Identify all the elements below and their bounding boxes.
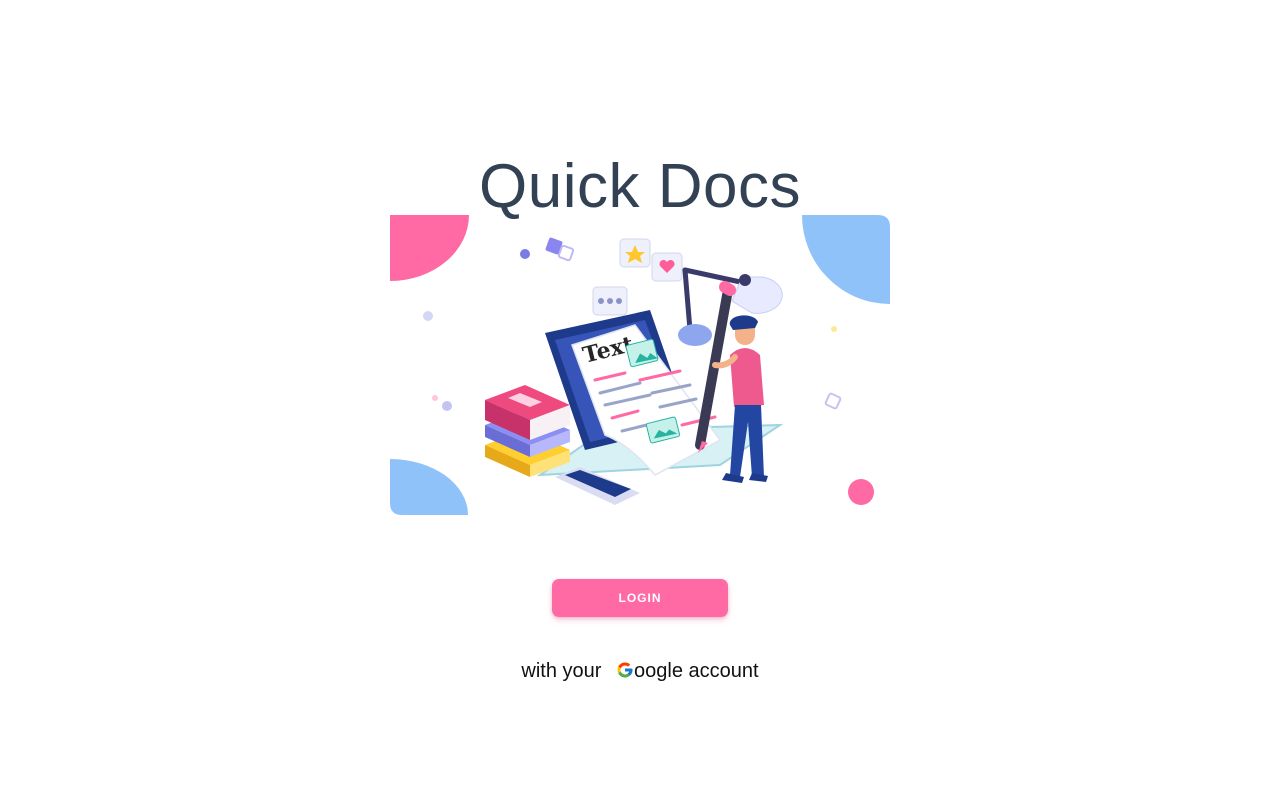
documents-illustration: Text [390,215,890,515]
login-page: Quick Docs Text LOGIN with your oogle ac… [0,0,1280,800]
pink-dot [848,479,874,505]
corner-shape-top-right [802,215,890,304]
app-title: Quick Docs [479,151,801,221]
corner-shape-bottom-left [390,459,468,515]
hint-prefix: with your [521,660,602,682]
login-button[interactable]: LOGIN [552,579,728,617]
corner-shape-top-left [390,215,469,281]
hint-brand-rest: oogle [634,660,683,682]
google-g-icon [617,662,633,678]
hint-suffix: account [688,660,759,682]
google-account-hint: with your oogle account [0,657,1280,685]
